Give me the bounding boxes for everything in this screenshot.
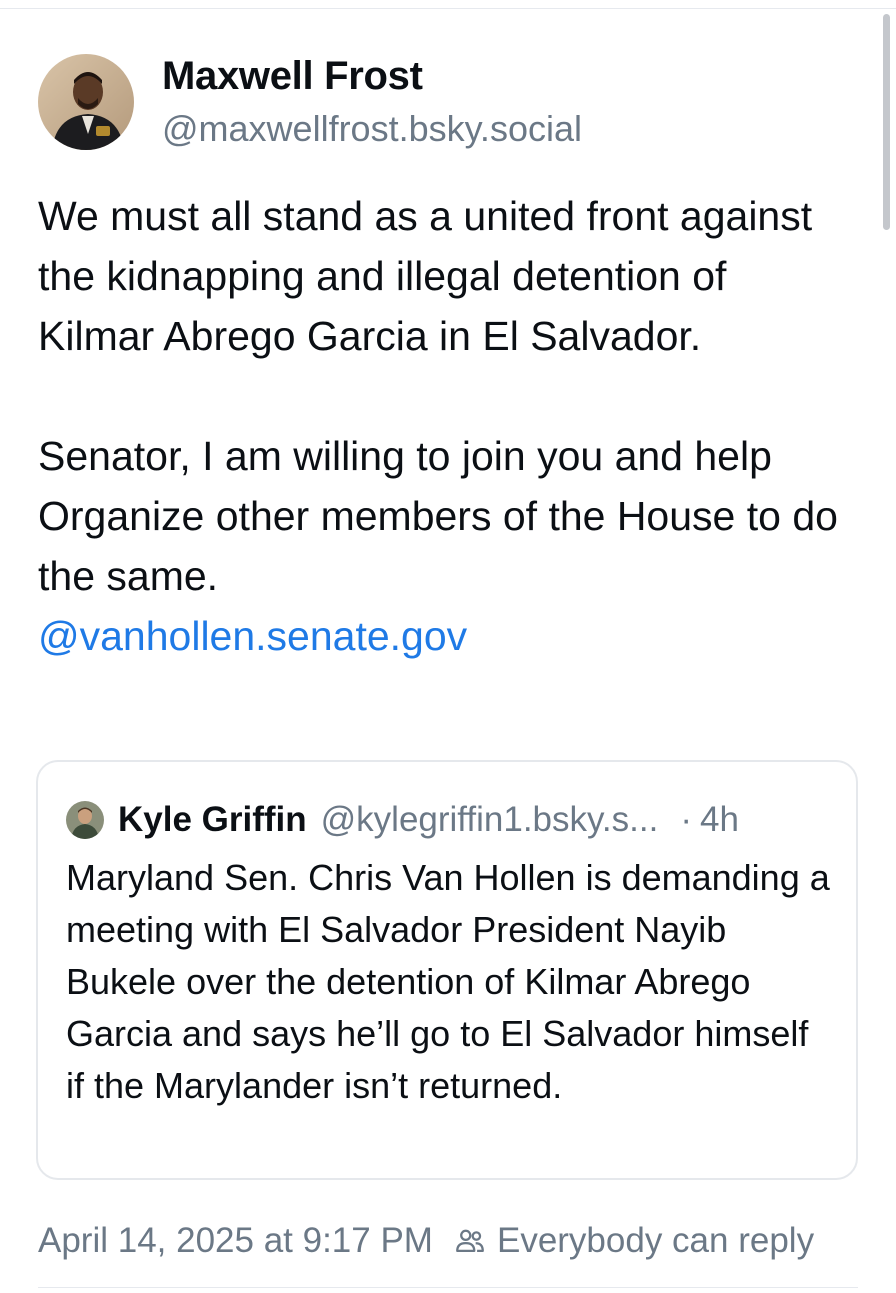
reply-setting[interactable]: Everybody can reply xyxy=(453,1218,814,1264)
quote-author-display-name[interactable]: Kyle Griffin xyxy=(118,798,307,842)
bottom-divider xyxy=(38,1287,858,1288)
post-meta: April 14, 2025 at 9:17 PM Everybody can … xyxy=(38,1218,814,1264)
quoted-post-card[interactable]: Kyle Griffin @kylegriffin1.bsky.s... · 4… xyxy=(36,760,858,1180)
quote-separator: · xyxy=(680,800,692,839)
post-paragraph-1: We must all stand as a united front agai… xyxy=(38,193,813,359)
quote-header: Kyle Griffin @kylegriffin1.bsky.s... · 4… xyxy=(66,798,828,842)
quote-text: Maryland Sen. Chris Van Hollen is demand… xyxy=(66,857,830,1106)
quote-author-handle[interactable]: @kylegriffin1.bsky.s... xyxy=(321,798,659,842)
person-avatar-icon xyxy=(66,801,104,839)
author-display-name[interactable]: Maxwell Frost xyxy=(162,52,582,100)
post-timestamp: April 14, 2025 at 9:17 PM xyxy=(38,1221,433,1260)
post-paragraph-2: Senator, I am willing to join you and he… xyxy=(38,433,838,599)
post-header: Maxwell Frost @maxwellfrost.bsky.social xyxy=(38,52,582,152)
scrollbar[interactable] xyxy=(883,14,890,230)
people-icon xyxy=(456,1229,484,1253)
post-text: We must all stand as a united front agai… xyxy=(38,186,838,666)
mention-link[interactable]: @vanhollen.senate.gov xyxy=(38,613,467,659)
reply-setting-label: Everybody can reply xyxy=(496,1221,815,1260)
top-divider xyxy=(0,8,896,9)
quote-time-ago: 4h xyxy=(699,800,739,839)
quote-author-avatar[interactable] xyxy=(66,801,104,839)
author-avatar[interactable] xyxy=(38,54,134,150)
author-info: Maxwell Frost @maxwellfrost.bsky.social xyxy=(162,52,582,152)
author-handle[interactable]: @maxwellfrost.bsky.social xyxy=(162,106,582,152)
person-avatar-icon xyxy=(38,54,134,150)
